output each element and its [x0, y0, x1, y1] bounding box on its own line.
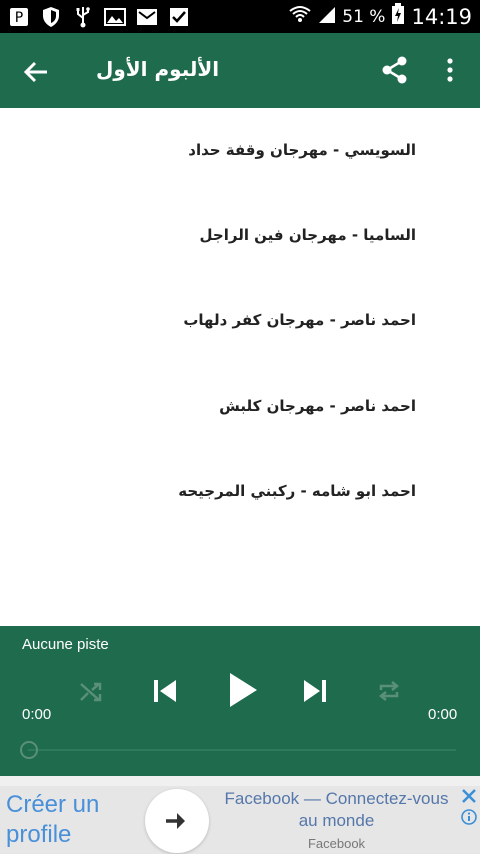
list-item[interactable]: السويسي - مهرجان وقفة حداد: [188, 141, 416, 159]
image-icon: [104, 6, 126, 28]
ad-banner[interactable]: Créer un profile Facebook — Connectez-vo…: [0, 786, 480, 854]
mail-icon: [136, 6, 158, 28]
list-item[interactable]: احمد ناصر - مهرجان كلبش: [219, 397, 416, 415]
back-arrow-icon[interactable]: [20, 56, 52, 88]
ad-headline[interactable]: Facebook — Connectez-vous au monde: [215, 788, 458, 832]
arrow-right-icon: [166, 813, 185, 829]
seek-handle[interactable]: [20, 741, 38, 759]
total-duration: 0:00: [428, 706, 458, 723]
svg-text:P: P: [15, 10, 23, 26]
list-item[interactable]: الساميا - مهرجان فين الراجل: [200, 226, 416, 244]
track-list: السويسي - مهرجان وقفة حداد الساميا - مهر…: [0, 108, 480, 626]
p-notification-icon: P: [8, 6, 30, 28]
wifi-icon: [288, 4, 312, 29]
page-title: الألبوم الأول: [96, 57, 220, 81]
ad-action-button[interactable]: [145, 789, 209, 853]
media-player: Aucune piste 0:00 0:00: [0, 626, 480, 776]
list-item[interactable]: احمد ناصر - مهرجان كفر دلهاب: [183, 311, 416, 329]
app-bar: الألبوم الأول: [0, 33, 480, 108]
ad-cta-line: Créer un: [6, 791, 100, 818]
play-icon[interactable]: [222, 670, 262, 710]
skip-next-icon[interactable]: [300, 676, 330, 706]
list-item[interactable]: احمد ابو شامه - ركبني المرجيحه: [178, 482, 416, 500]
current-track-name: Aucune piste: [22, 636, 109, 653]
battery-percent: 51 %: [342, 6, 386, 27]
more-vert-icon[interactable]: [440, 55, 460, 85]
ad-separator: [0, 776, 480, 786]
ad-cta-line: profile: [6, 821, 72, 848]
seek-bar[interactable]: [28, 749, 456, 751]
shuffle-icon[interactable]: [77, 678, 105, 706]
usb-icon: [72, 6, 94, 28]
repeat-icon[interactable]: [375, 677, 403, 705]
elapsed-time: 0:00: [22, 706, 52, 723]
skip-previous-icon[interactable]: [150, 676, 180, 706]
signal-icon: [318, 4, 336, 29]
ad-brand: Facebook: [307, 836, 366, 851]
download-done-icon: [168, 6, 190, 28]
share-icon[interactable]: [380, 55, 410, 85]
close-icon[interactable]: [461, 788, 477, 804]
status-bar: P 51 % 14:19: [0, 0, 480, 33]
ad-cta-text[interactable]: Créer un profile: [6, 790, 126, 850]
shield-icon: [40, 6, 62, 28]
battery-charging-icon: [391, 3, 405, 30]
clock: 14:19: [411, 4, 472, 29]
info-icon[interactable]: [461, 809, 477, 825]
